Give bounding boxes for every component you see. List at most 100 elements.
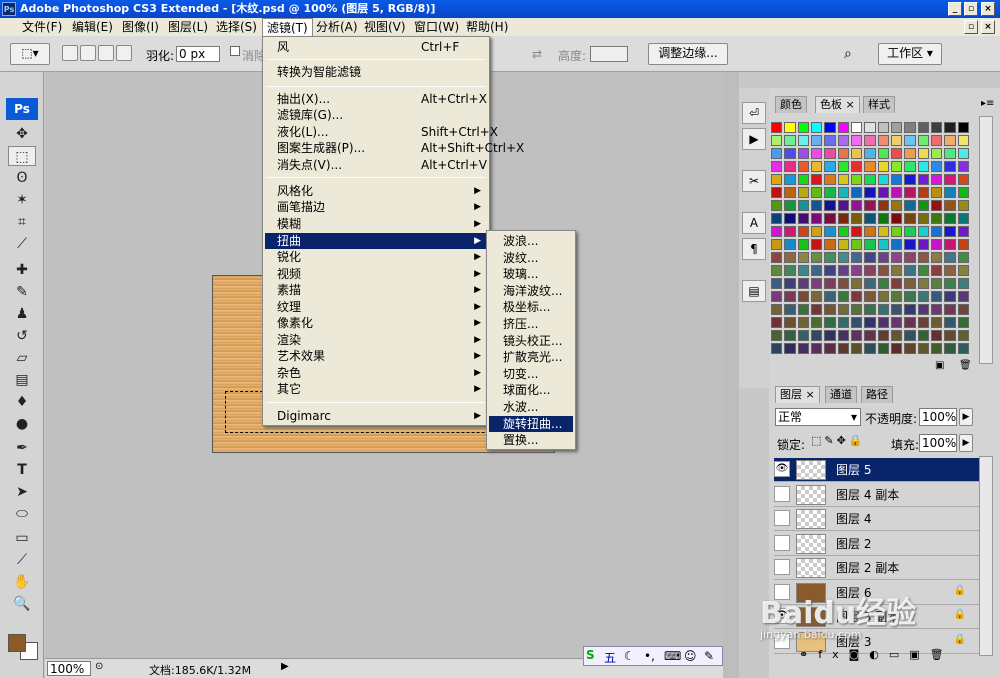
swatch-cell[interactable]: [917, 122, 929, 133]
swatch-cell[interactable]: [824, 343, 836, 354]
tab-channels[interactable]: 通道: [825, 386, 857, 403]
swatch-cell[interactable]: [917, 135, 929, 146]
swatch-cell[interactable]: [944, 135, 956, 146]
distort-menu-item[interactable]: 扩散亮光...: [489, 349, 573, 365]
filter-menu-item[interactable]: 风格化 ▶: [265, 183, 487, 199]
swatch-cell[interactable]: [784, 161, 796, 172]
swatch-cell[interactable]: [837, 252, 849, 263]
swatch-cell[interactable]: [957, 317, 969, 328]
swatch-cell[interactable]: [771, 135, 783, 146]
visibility-toggle[interactable]: [774, 534, 790, 551]
swatch-cell[interactable]: [890, 239, 903, 250]
swatch-cell[interactable]: [771, 187, 783, 198]
menu-filter[interactable]: 滤镜(T): [262, 18, 313, 36]
swatch-cell[interactable]: [810, 278, 823, 289]
filter-menu-item[interactable]: 素描 ▶: [265, 282, 487, 298]
swatch-cell[interactable]: [890, 252, 903, 263]
swatch-cell[interactable]: [904, 213, 916, 224]
swatch-cell[interactable]: [930, 226, 943, 237]
swatch-cell[interactable]: [837, 265, 849, 276]
swatch-cell[interactable]: [850, 161, 863, 172]
swatch-cell[interactable]: [930, 252, 943, 263]
swatch-cell[interactable]: [784, 213, 796, 224]
swatch-cell[interactable]: [877, 135, 889, 146]
healing-tool-icon[interactable]: ✚: [8, 260, 36, 280]
swatch-cell[interactable]: [810, 226, 823, 237]
swatch-cell[interactable]: [810, 343, 823, 354]
swatch-cell[interactable]: [890, 122, 903, 133]
swatch-cell[interactable]: [784, 122, 796, 133]
subtract-selection-icon[interactable]: [98, 45, 114, 61]
swatch-cell[interactable]: [904, 291, 916, 302]
zoom-tool-icon[interactable]: 🔍: [8, 594, 36, 614]
swatch-cell[interactable]: [957, 239, 969, 250]
swatch-cell[interactable]: [797, 187, 809, 198]
marquee-preset-icon[interactable]: ⬚▾: [10, 43, 50, 65]
gradient-tool-icon[interactable]: ▤: [8, 370, 36, 390]
swatch-cell[interactable]: [864, 122, 876, 133]
swatch-cell[interactable]: [904, 304, 916, 315]
swatch-cell[interactable]: [771, 291, 783, 302]
tab-swatches[interactable]: 色板 ×: [815, 96, 860, 113]
blend-mode-select[interactable]: 正常 ▾: [775, 408, 861, 426]
swatch-cell[interactable]: [944, 330, 956, 341]
filter-menu-item[interactable]: 转换为智能滤镜: [265, 64, 487, 80]
swatch-cell[interactable]: [877, 148, 889, 159]
layer-footer-icons[interactable]: ⚭fx◙◐▭▣🗑: [799, 648, 954, 661]
swatch-cell[interactable]: [890, 265, 903, 276]
swatch-cell[interactable]: [784, 135, 796, 146]
stamp-tool-icon[interactable]: ♟: [8, 304, 36, 324]
swatch-cell[interactable]: [837, 304, 849, 315]
swatch-cell[interactable]: [850, 174, 863, 185]
swatch-cell[interactable]: [890, 278, 903, 289]
layer-row[interactable]: 图层 2: [774, 531, 980, 556]
menu-analysis[interactable]: 分析(A): [312, 18, 362, 36]
menu-window[interactable]: 窗口(W): [410, 18, 463, 36]
swatch-cell[interactable]: [824, 239, 836, 250]
swatch-cell[interactable]: [850, 343, 863, 354]
move-tool-icon[interactable]: ✥: [8, 124, 36, 144]
swatch-cell[interactable]: [771, 265, 783, 276]
swatch-cell[interactable]: [797, 226, 809, 237]
swatch-cell[interactable]: [810, 174, 823, 185]
fill-slider-icon[interactable]: ▶: [959, 434, 973, 452]
distort-menu-item[interactable]: 镜头校正...: [489, 333, 573, 349]
eraser-tool-icon[interactable]: ▱: [8, 348, 36, 368]
swatch-cell[interactable]: [837, 187, 849, 198]
swatch-cell[interactable]: [850, 278, 863, 289]
swatch-cell[interactable]: [917, 343, 929, 354]
swatch-cell[interactable]: [784, 187, 796, 198]
menu-view[interactable]: 视图(V): [360, 18, 410, 36]
delete-swatch-icon[interactable]: 🗑: [959, 360, 972, 371]
distort-menu-item[interactable]: 旋转扭曲...: [489, 415, 573, 432]
swatch-cell[interactable]: [877, 161, 889, 172]
swatch-cell[interactable]: [904, 226, 916, 237]
swatch-cell[interactable]: [784, 343, 796, 354]
swatch-cell[interactable]: [810, 213, 823, 224]
swatch-cell[interactable]: [944, 291, 956, 302]
menu-help[interactable]: 帮助(H): [462, 18, 512, 36]
tab-color[interactable]: 颜色: [775, 96, 807, 113]
swatch-cell[interactable]: [890, 330, 903, 341]
swatch-cell[interactable]: [797, 265, 809, 276]
swatch-cell[interactable]: [917, 304, 929, 315]
swatch-cell[interactable]: [904, 122, 916, 133]
swatch-cell[interactable]: [890, 200, 903, 211]
layer-row[interactable]: 👁 图层 5: [774, 458, 980, 482]
swatch-cell[interactable]: [771, 148, 783, 159]
distort-menu-item[interactable]: 水波...: [489, 399, 573, 415]
swatch-cell[interactable]: [850, 187, 863, 198]
filter-menu-item[interactable]: 渲染 ▶: [265, 332, 487, 348]
swatch-cell[interactable]: [957, 343, 969, 354]
swatch-cell[interactable]: [850, 304, 863, 315]
swatch-cell[interactable]: [904, 343, 916, 354]
distort-menu-item[interactable]: 球面化...: [489, 382, 573, 398]
swatch-cell[interactable]: [890, 226, 903, 237]
swatch-cell[interactable]: [944, 200, 956, 211]
swatch-cell[interactable]: [917, 317, 929, 328]
tab-layers[interactable]: 图层 ×: [775, 386, 820, 403]
swatch-cell[interactable]: [837, 213, 849, 224]
swatch-cell[interactable]: [917, 265, 929, 276]
swatch-cell[interactable]: [784, 148, 796, 159]
layer-row[interactable]: 图层 2 副本: [774, 556, 980, 580]
